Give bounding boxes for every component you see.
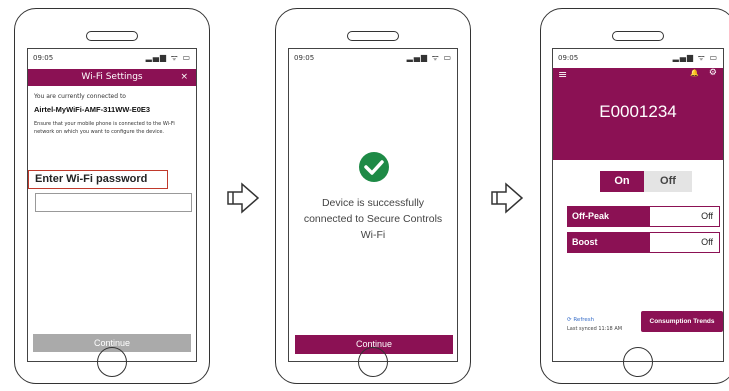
home-button xyxy=(623,347,653,377)
boost-row[interactable]: Boost Off xyxy=(567,232,720,253)
refresh-label: Refresh xyxy=(573,317,595,323)
flow-arrow-icon xyxy=(491,182,524,214)
page-title: Wi-Fi Settings xyxy=(81,72,143,82)
success-message: Device is successfully connected to Secu… xyxy=(303,197,443,241)
success-check-icon xyxy=(359,152,389,182)
status-bar: 09:05 ▂▄▆ ᯤ ▭ xyxy=(28,49,196,67)
phone-frame-wifi-settings: 09:05 ▂▄▆ ᯤ ▭ Wi-Fi Settings × You are c… xyxy=(14,8,210,384)
screen-success: 09:05 ▂▄▆ ᯤ ▭ Device is successfully con… xyxy=(288,48,458,362)
toggle-off[interactable]: Off xyxy=(644,171,692,192)
password-input[interactable] xyxy=(35,193,192,212)
speaker-grill xyxy=(86,31,138,41)
close-icon[interactable]: × xyxy=(180,69,188,86)
status-bar: 09:05 ▂▄▆ ᯤ ▭ xyxy=(289,49,457,67)
status-time: 09:05 xyxy=(33,54,54,62)
home-button xyxy=(358,347,388,377)
boost-label: Boost xyxy=(568,233,650,252)
phone-frame-device-control: 09:05 ▂▄▆ ᯤ ▭ ≡ 🔔 ⚙ E0001234 On Off Off-… xyxy=(540,8,729,384)
boost-value[interactable]: Off xyxy=(701,233,713,252)
speaker-grill xyxy=(612,31,664,41)
off-peak-value[interactable]: Off xyxy=(701,207,713,226)
flow-arrow-icon xyxy=(227,182,260,214)
network-name: Airtel-MyWiFi-AMF-311WW-E0E3 xyxy=(34,105,151,114)
status-time: 09:05 xyxy=(558,54,579,62)
off-peak-label: Off-Peak xyxy=(568,207,650,226)
screen-wifi-settings: 09:05 ▂▄▆ ᯤ ▭ Wi-Fi Settings × You are c… xyxy=(27,48,197,362)
status-time: 09:05 xyxy=(294,54,315,62)
toggle-on[interactable]: On xyxy=(600,171,644,192)
signal-wifi-battery-icon: ▂▄▆ ᯤ ▭ xyxy=(145,53,191,62)
consumption-trends-button[interactable]: Consumption Trends xyxy=(641,311,723,332)
bell-icon[interactable]: 🔔 xyxy=(690,69,699,77)
signal-wifi-battery-icon: ▂▄▆ ᯤ ▭ xyxy=(406,53,452,62)
device-header: ≡ 🔔 ⚙ E0001234 xyxy=(553,68,723,160)
title-bar: Wi-Fi Settings × xyxy=(28,69,196,86)
home-button xyxy=(97,347,127,377)
settings-icon[interactable]: ⚙ xyxy=(709,68,717,78)
menu-icon[interactable]: ≡ xyxy=(558,68,567,81)
on-off-toggle[interactable]: On Off xyxy=(600,171,692,192)
phone-frame-success: 09:05 ▂▄▆ ᯤ ▭ Device is successfully con… xyxy=(275,8,471,384)
off-peak-row[interactable]: Off-Peak Off xyxy=(567,206,720,227)
signal-wifi-battery-icon: ▂▄▆ ᯤ ▭ xyxy=(672,53,718,62)
speaker-grill xyxy=(347,31,399,41)
status-bar: 09:05 ▂▄▆ ᯤ ▭ xyxy=(553,49,723,67)
instructions-text: Ensure that your mobile phone is connect… xyxy=(34,121,175,135)
last-synced: Last synced 11:18 AM xyxy=(567,326,623,332)
refresh-link[interactable]: ⟳ Refresh xyxy=(567,317,594,323)
screen-device-control: 09:05 ▂▄▆ ᯤ ▭ ≡ 🔔 ⚙ E0001234 On Off Off-… xyxy=(552,48,724,362)
connected-label: You are currently connected to xyxy=(34,93,126,100)
password-label: Enter Wi-Fi password xyxy=(28,170,168,189)
device-id: E0001234 xyxy=(599,102,677,121)
